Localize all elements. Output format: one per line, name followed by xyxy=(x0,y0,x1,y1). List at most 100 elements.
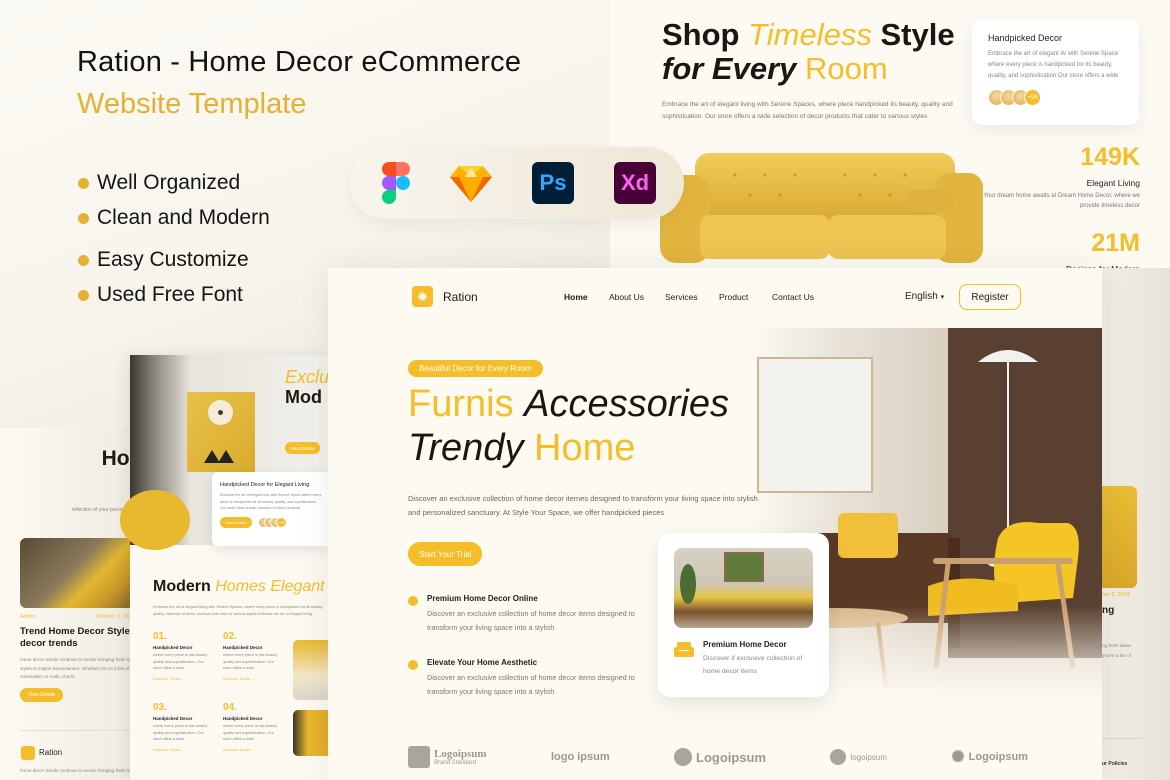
language-label[interactable]: English xyxy=(905,291,938,302)
feature-label: Well Organized xyxy=(97,171,241,194)
nav-contact-us[interactable]: Contact Us xyxy=(772,292,814,302)
bullet-text: Discover an exclusive collection of home… xyxy=(427,673,635,696)
stat-value: 149K xyxy=(1080,143,1140,171)
post-title: ng xyxy=(1102,605,1115,616)
nav-product[interactable]: Product xyxy=(719,292,748,302)
yellow-room-image xyxy=(293,710,330,756)
framed-plant-art xyxy=(724,552,764,582)
ration-logo-icon xyxy=(21,746,35,760)
feature-item: Used Free Font xyxy=(78,283,243,307)
step-title: Handpicked Decor xyxy=(223,645,263,650)
logo-text: Logoipsum xyxy=(434,748,487,760)
heading-word: Trendy xyxy=(408,427,524,469)
step-text: where every piece is has beauty quality … xyxy=(223,653,278,670)
feature-item: Easy Customize xyxy=(78,248,249,272)
partner-logo: logo ipsum xyxy=(551,751,610,763)
step-item: 02. Handpicked Decor where every piece i… xyxy=(223,631,283,681)
heading-word: for Every xyxy=(662,51,797,86)
tagline-badge: Beautiful Decor for Every Room xyxy=(408,360,543,377)
divider xyxy=(1102,738,1142,739)
language-select[interactable]: English ▾ xyxy=(905,291,944,302)
discover-deals-link[interactable]: Discover Deals → xyxy=(153,747,213,752)
step-number: 02. xyxy=(223,631,237,642)
step-item: 04. Handpicked Decor where every piece i… xyxy=(223,702,283,752)
avatar-count: +99 xyxy=(1024,89,1041,106)
partner-logo: ✺ Logoipsum xyxy=(951,747,1028,767)
preview-description: Embrace the art of elegant living with S… xyxy=(662,101,953,120)
feature-bullet: Premium Home Decor Online Discover an exc… xyxy=(408,594,637,635)
sofa-icon xyxy=(674,642,694,657)
bullet-icon xyxy=(408,596,418,606)
plant xyxy=(680,564,696,604)
link-label[interactable]: Discover Deals xyxy=(153,676,180,681)
bullet-title: Premium Home Decor Online xyxy=(427,594,538,603)
heading-word: Shop xyxy=(662,17,740,52)
nav-about-us[interactable]: About Us xyxy=(609,292,644,302)
sun-logo-icon: ✺ xyxy=(951,749,965,766)
card-title: Handpicked Decor xyxy=(988,33,1063,43)
card-title: Premium Home Decor xyxy=(703,640,787,649)
feature-label: Clean and Modern xyxy=(97,206,270,229)
heading-word: Room xyxy=(805,51,888,86)
blog-preview-right: ber 3, 2024 ng ng fresh ideas you're a f… xyxy=(1100,268,1170,780)
step-number: 04. xyxy=(223,702,237,713)
caret-down-icon: ▾ xyxy=(940,294,945,301)
yellow-shelf-image xyxy=(293,640,330,700)
step-text: where every piece is has beauty quality … xyxy=(223,724,278,741)
link-label[interactable]: Discover Deals xyxy=(223,676,250,681)
view-details-button[interactable]: View Details xyxy=(220,517,252,528)
post-text: ng fresh ideas you're a fan of xyxy=(1102,643,1131,658)
bullet-text: Discover an exclusive collection of home… xyxy=(427,609,635,632)
logo-text: logoipsum xyxy=(850,752,887,762)
nav-home[interactable]: Home xyxy=(564,292,588,302)
step-number: 01. xyxy=(153,631,167,642)
stat-label: Elegant Living xyxy=(1086,178,1140,188)
register-button[interactable]: Register xyxy=(959,284,1021,310)
brand-name[interactable]: Ration xyxy=(443,290,478,304)
view-details-button[interactable]: View Details xyxy=(285,442,320,454)
premium-decor-card[interactable]: Premium Home Decor Discover if exclusive… xyxy=(658,533,829,697)
living-room-thumbnail xyxy=(674,548,813,628)
yellow-chair xyxy=(120,490,190,550)
start-trial-button[interactable]: Start Your Trial xyxy=(408,542,483,566)
logo-text: logo ipsum xyxy=(550,751,610,763)
art-dot xyxy=(218,410,223,415)
step-text: where every piece is has beauty quality … xyxy=(153,653,208,670)
sketch-icon xyxy=(450,166,492,202)
step-title: Handpicked Decor xyxy=(153,716,193,721)
step-item: 03. Handpicked Decor where every piece i… xyxy=(153,702,213,752)
link-label[interactable]: Discover Deals xyxy=(223,747,250,752)
avatar-group: +99 xyxy=(257,517,287,528)
logo-mark-icon xyxy=(830,749,847,765)
link-label[interactable]: Discover Deals xyxy=(153,747,180,752)
discover-deals-link[interactable]: Discover Deals → xyxy=(223,676,283,681)
partner-logo: logoipsum xyxy=(830,749,887,765)
stat-value: 21M xyxy=(1091,229,1140,257)
discover-deals-link[interactable]: Discover Deals → xyxy=(153,676,213,681)
logo-text: Logoipsum xyxy=(968,751,1028,763)
logo-mark-icon xyxy=(408,746,430,768)
hero-description: Discover an exclusive collection of home… xyxy=(408,494,758,517)
stat-text: Your dream home awaits at Dream Home Dec… xyxy=(983,193,1140,209)
nav-services[interactable]: Services xyxy=(665,292,698,302)
step-text: where every piece is has beauty quality … xyxy=(153,724,208,741)
step-number: 03. xyxy=(153,702,167,713)
heading-word: Furnis xyxy=(408,383,514,425)
logo-subtext: Brand Standard xyxy=(434,760,477,766)
yellow-decor-image xyxy=(1100,486,1137,588)
design-tools-pill: Ps Xd xyxy=(350,147,684,219)
bullet-icon xyxy=(408,660,418,670)
bullet-icon xyxy=(78,212,89,224)
discover-deals-link[interactable]: Discover Deals → xyxy=(223,747,283,752)
heading-word: Homes Elegant xyxy=(215,578,325,595)
step-item: 01. Handpicked Decor where every piece i… xyxy=(153,631,213,681)
logo-text: Logoipsum xyxy=(696,749,767,765)
footer-link[interactable]: ur Policies xyxy=(1102,761,1127,767)
bullet-title: Elevate Your Home Aesthetic xyxy=(427,658,538,667)
ration-logo-icon[interactable]: ✺ xyxy=(412,286,433,307)
card-text: Discover if exclusive collection of home… xyxy=(703,655,803,675)
preview-heading: Shop Timeless Style for Every Room xyxy=(662,18,955,86)
hero-bold: Mod xyxy=(285,387,322,407)
view-details-button[interactable]: View Details xyxy=(20,688,64,702)
hero-italic: Exclu xyxy=(285,367,330,387)
